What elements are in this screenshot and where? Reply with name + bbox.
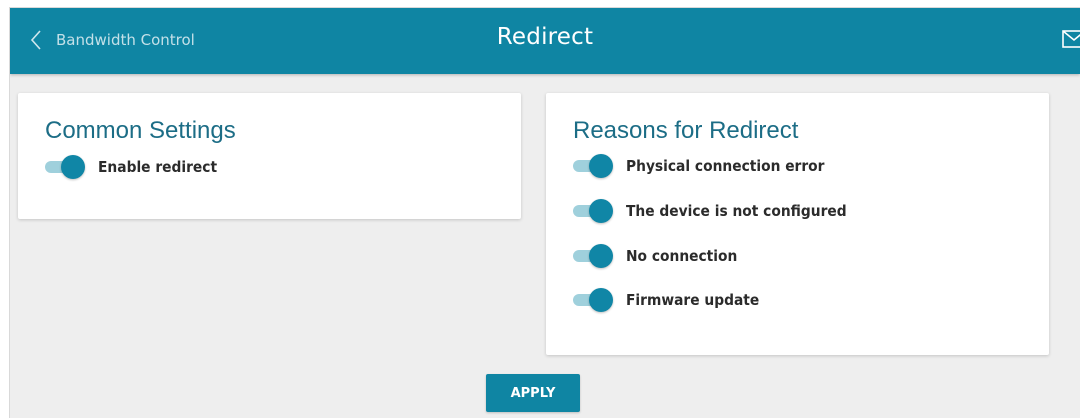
no-connection-row[interactable]: No connection: [573, 244, 747, 268]
physical-connection-error-toggle[interactable]: [573, 154, 613, 178]
top-bar: Bandwidth Control Redirect: [10, 8, 1080, 74]
no-connection-toggle[interactable]: [573, 244, 613, 268]
device-not-configured-toggle[interactable]: [573, 199, 613, 223]
toggle-knob: [61, 155, 85, 179]
page-title: Redirect: [496, 24, 594, 50]
toggle-knob: [589, 199, 613, 223]
app-frame: Bandwidth Control Redirect Common Settin…: [9, 7, 1080, 418]
enable-redirect-label: Enable redirect: [98, 158, 218, 176]
enable-redirect-toggle[interactable]: [45, 155, 85, 179]
mail-icon[interactable]: [1062, 30, 1080, 52]
firmware-update-label: Firmware update: [626, 291, 760, 309]
physical-connection-error-label: Physical connection error: [626, 157, 825, 175]
toggle-knob: [589, 154, 613, 178]
toggle-knob: [589, 244, 613, 268]
common-settings-card: Common Settings Enable redirect: [18, 93, 521, 219]
device-not-configured-row[interactable]: The device is not configured: [573, 199, 866, 223]
apply-button[interactable]: APPLY: [486, 374, 580, 412]
reasons-title: Reasons for Redirect: [573, 117, 799, 144]
firmware-update-toggle[interactable]: [573, 288, 613, 312]
reasons-card: Reasons for Redirect Physical connection…: [546, 93, 1049, 355]
firmware-update-row[interactable]: Firmware update: [573, 288, 771, 312]
physical-connection-error-row[interactable]: Physical connection error: [573, 154, 842, 178]
no-connection-label: No connection: [626, 247, 738, 265]
toggle-knob: [589, 288, 613, 312]
enable-redirect-toggle-row[interactable]: Enable redirect: [45, 155, 227, 179]
common-settings-title: Common Settings: [45, 117, 236, 144]
device-not-configured-label: The device is not configured: [626, 202, 847, 220]
